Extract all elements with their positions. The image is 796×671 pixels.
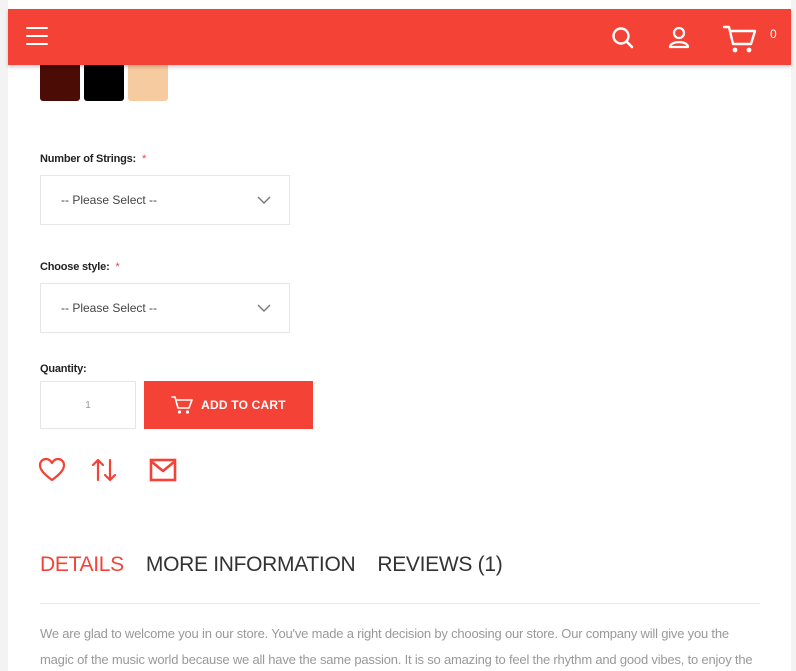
add-to-cart-label: ADD TO CART (201, 398, 286, 412)
chevron-down-icon (257, 304, 271, 312)
style-select-value: -- Please Select -- (61, 301, 158, 315)
cart-count-badge: 0 (770, 27, 777, 41)
top-bar: 0 (8, 9, 791, 65)
add-to-cart-button[interactable]: ADD TO CART (144, 381, 313, 429)
style-select[interactable]: -- Please Select -- (40, 283, 290, 333)
quantity-input[interactable] (40, 381, 136, 429)
quantity-label: Quantity: (40, 363, 87, 375)
product-description: We are glad to welcome you in our store.… (40, 626, 753, 667)
strings-label: Number of Strings: * (40, 153, 147, 165)
tabs-divider (40, 603, 760, 604)
mail-icon[interactable] (149, 456, 177, 484)
cart-icon (171, 396, 193, 414)
style-label: Choose style: * (40, 261, 120, 273)
strings-select[interactable]: -- Please Select -- (40, 175, 290, 225)
chevron-down-icon (257, 196, 271, 204)
user-icon[interactable] (666, 25, 692, 51)
search-icon[interactable] (610, 25, 636, 51)
product-tabs: DETAILS MORE INFORMATION REVIEWS (1) (40, 553, 503, 577)
strings-select-value: -- Please Select -- (61, 193, 158, 207)
cart-icon[interactable] (722, 23, 758, 55)
hamburger-icon[interactable] (26, 27, 48, 47)
tab-details[interactable]: DETAILS (40, 553, 124, 577)
tab-more-information[interactable]: MORE INFORMATION (146, 553, 356, 577)
tab-reviews[interactable]: REVIEWS (1) (377, 553, 502, 577)
compare-arrows-icon[interactable] (90, 456, 118, 484)
heart-icon[interactable] (38, 456, 66, 484)
